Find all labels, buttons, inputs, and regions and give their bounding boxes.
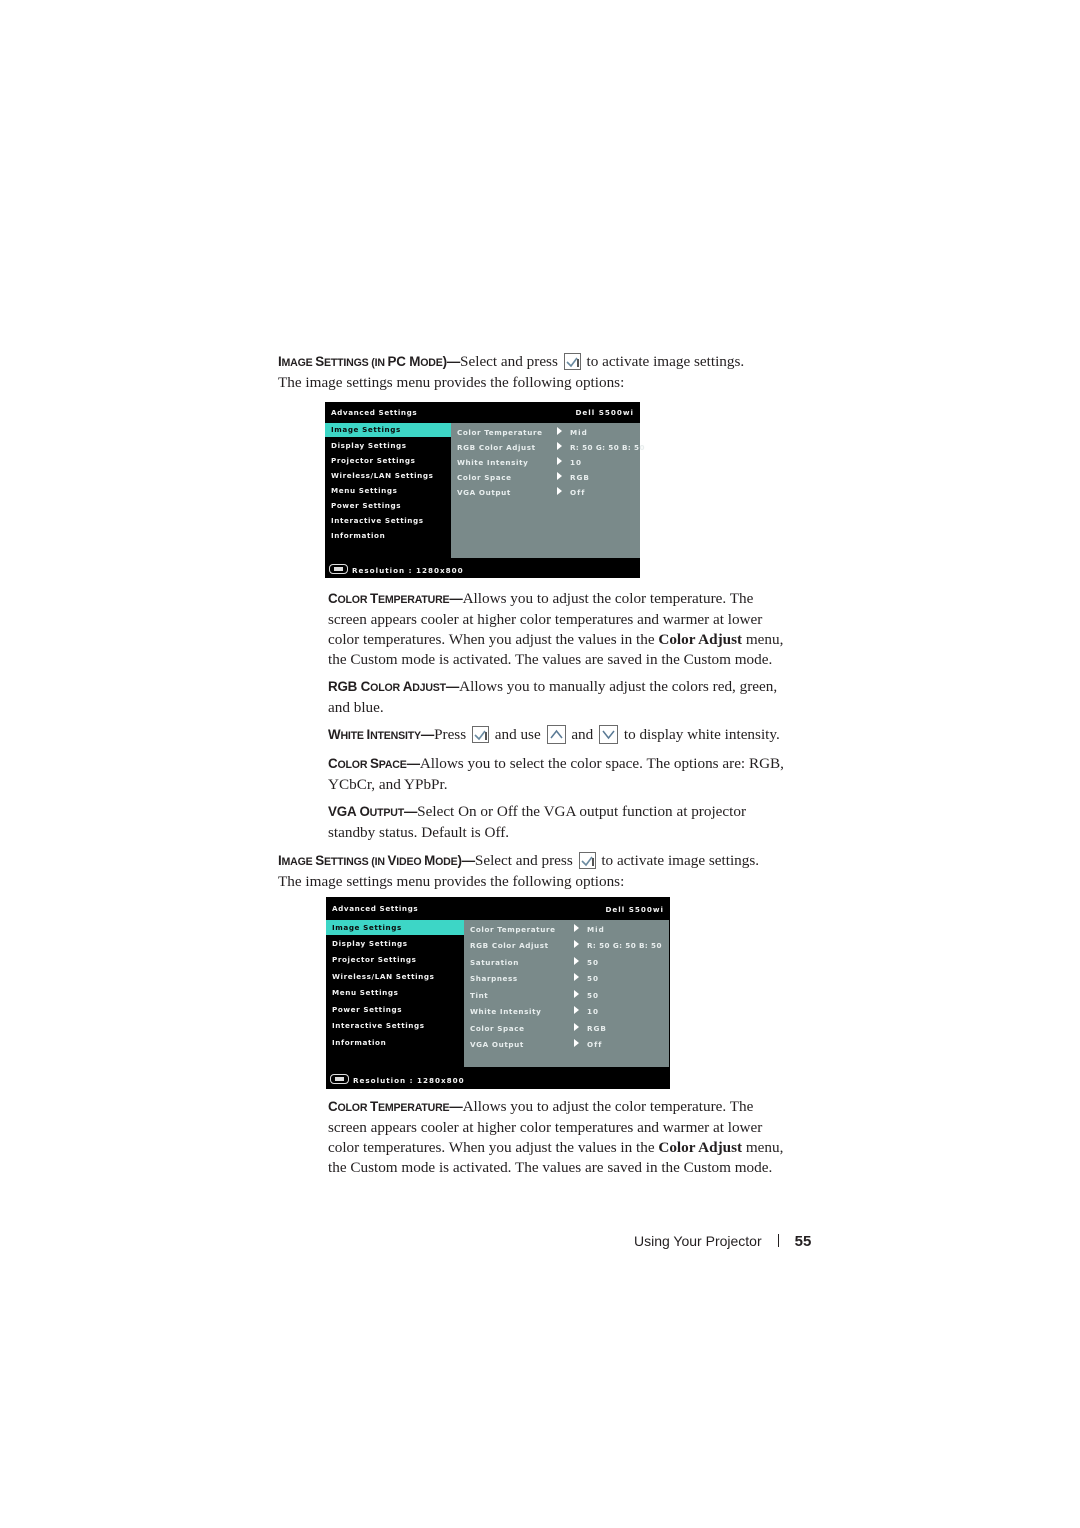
video-mode-heading: IMAGE SETTINGS (IN VIDEO MODE)—: [278, 853, 475, 868]
pc-mode-heading: IMAGE SETTINGS (IN PC MODE)—: [278, 354, 461, 369]
option-tint[interactable]: Tint 50: [470, 990, 665, 1000]
up-arrow-icon: [546, 725, 566, 744]
sidebar-item-information[interactable]: Information: [331, 531, 385, 540]
osd-resolution-bar: Resolution : 1280x800: [330, 1074, 465, 1085]
vga-connector-icon: [329, 564, 348, 574]
sidebar-item-interactive-settings[interactable]: Interactive Settings: [331, 516, 424, 525]
checkmark-enter-icon: [578, 852, 596, 869]
osd-model: Dell S500wi: [575, 408, 634, 417]
option-color-space[interactable]: Color Space RGB: [470, 1023, 665, 1033]
option-vga-output[interactable]: VGA Output Off: [470, 1039, 665, 1049]
right-triangle-icon: [557, 487, 562, 495]
osd-menu-video-mode: Advanced Settings Dell S500wi Image Sett…: [326, 897, 670, 1089]
option-color-temperature[interactable]: Color Temperature Mid: [470, 924, 665, 934]
sidebar-item-projector-settings[interactable]: Projector Settings: [331, 456, 416, 465]
sidebar-item-power-settings[interactable]: Power Settings: [332, 1005, 402, 1014]
sidebar-item-information[interactable]: Information: [332, 1038, 386, 1047]
page-footer: Using Your Projector 55: [634, 1233, 811, 1250]
osd-menu-pc-mode: Advanced Settings Dell S500wi Image Sett…: [325, 402, 644, 578]
right-triangle-icon: [574, 990, 579, 998]
option-color-temperature[interactable]: Color Temperature Mid: [457, 427, 636, 437]
option-white-intensity[interactable]: White Intensity 10: [470, 1006, 665, 1016]
option-rgb-color-adjust[interactable]: RGB Color Adjust R: 50 G: 50 B: 50: [470, 940, 665, 950]
vga-connector-icon: [330, 1074, 349, 1084]
desc-color-temperature-video: COLOR TEMPERATURE—Allows you to adjust t…: [328, 1098, 784, 1176]
option-vga-output[interactable]: VGA Output Off: [457, 487, 636, 497]
sidebar-item-interactive-settings[interactable]: Interactive Settings: [332, 1021, 425, 1030]
pc-mode-intro: IMAGE SETTINGS (IN PC MODE)—Select and p…: [278, 353, 745, 391]
sidebar-item-image-settings[interactable]: Image Settings: [325, 423, 451, 437]
right-triangle-icon: [574, 1006, 579, 1014]
right-triangle-icon: [574, 1023, 579, 1031]
sidebar-item-menu-settings[interactable]: Menu Settings: [332, 988, 399, 997]
right-triangle-icon: [557, 442, 562, 450]
right-triangle-icon: [574, 940, 579, 948]
osd-options-panel: Color Temperature Mid RGB Color Adjust R: …: [464, 920, 669, 1067]
sidebar-item-display-settings[interactable]: Display Settings: [331, 441, 407, 450]
option-sharpness[interactable]: Sharpness 50: [470, 973, 665, 983]
desc-white-intensity: WHITE INTENSITY—Press and use and to dis…: [328, 725, 780, 744]
desc-color-temperature: COLOR TEMPERATURE—Allows you to adjust t…: [328, 590, 784, 668]
sidebar-item-wireless-lan-settings[interactable]: Wireless/LAN Settings: [332, 972, 435, 981]
osd-title: Advanced Settings: [331, 408, 418, 417]
footer-section-title: Using Your Projector: [634, 1233, 762, 1249]
right-triangle-icon: [574, 924, 579, 932]
down-arrow-icon: [599, 725, 619, 744]
right-triangle-icon: [557, 427, 562, 435]
osd-resolution-bar: Resolution : 1280x800: [329, 564, 464, 575]
sidebar-item-menu-settings[interactable]: Menu Settings: [331, 486, 398, 495]
video-mode-intro: IMAGE SETTINGS (IN VIDEO MODE)—Select an…: [278, 852, 760, 890]
osd-title: Advanced Settings: [332, 904, 419, 913]
sidebar-item-power-settings[interactable]: Power Settings: [331, 501, 401, 510]
option-color-space[interactable]: Color Space RGB: [457, 472, 636, 482]
footer-divider: [777, 1234, 779, 1247]
desc-color-space: COLOR SPACE—Allows you to select the col…: [328, 755, 784, 793]
right-triangle-icon: [557, 457, 562, 465]
checkmark-enter-icon: [563, 353, 581, 370]
page-number: 55: [794, 1233, 812, 1250]
sidebar-item-wireless-lan-settings[interactable]: Wireless/LAN Settings: [331, 471, 434, 480]
right-triangle-icon: [574, 957, 579, 965]
right-triangle-icon: [574, 973, 579, 981]
sidebar-item-display-settings[interactable]: Display Settings: [332, 939, 408, 948]
desc-rgb-color-adjust: RGB COLOR ADJUST—Allows you to manually …: [328, 678, 778, 716]
osd-options-panel: Color Temperature Mid RGB Color Adjust R: …: [451, 423, 644, 558]
desc-vga-output: VGA OUTPUT—Select On or Off the VGA outp…: [328, 803, 747, 841]
osd-model: Dell S500wi: [605, 905, 664, 914]
right-triangle-icon: [557, 472, 562, 480]
sidebar-item-image-settings[interactable]: Image Settings: [326, 920, 464, 935]
right-triangle-icon: [574, 1039, 579, 1047]
checkmark-enter-icon: [471, 726, 489, 743]
sidebar-item-projector-settings[interactable]: Projector Settings: [332, 955, 417, 964]
option-rgb-color-adjust[interactable]: RGB Color Adjust R: 50 G: 50 B: 50: [457, 442, 644, 452]
option-saturation[interactable]: Saturation 50: [470, 957, 665, 967]
option-white-intensity[interactable]: White Intensity 10: [457, 457, 636, 467]
